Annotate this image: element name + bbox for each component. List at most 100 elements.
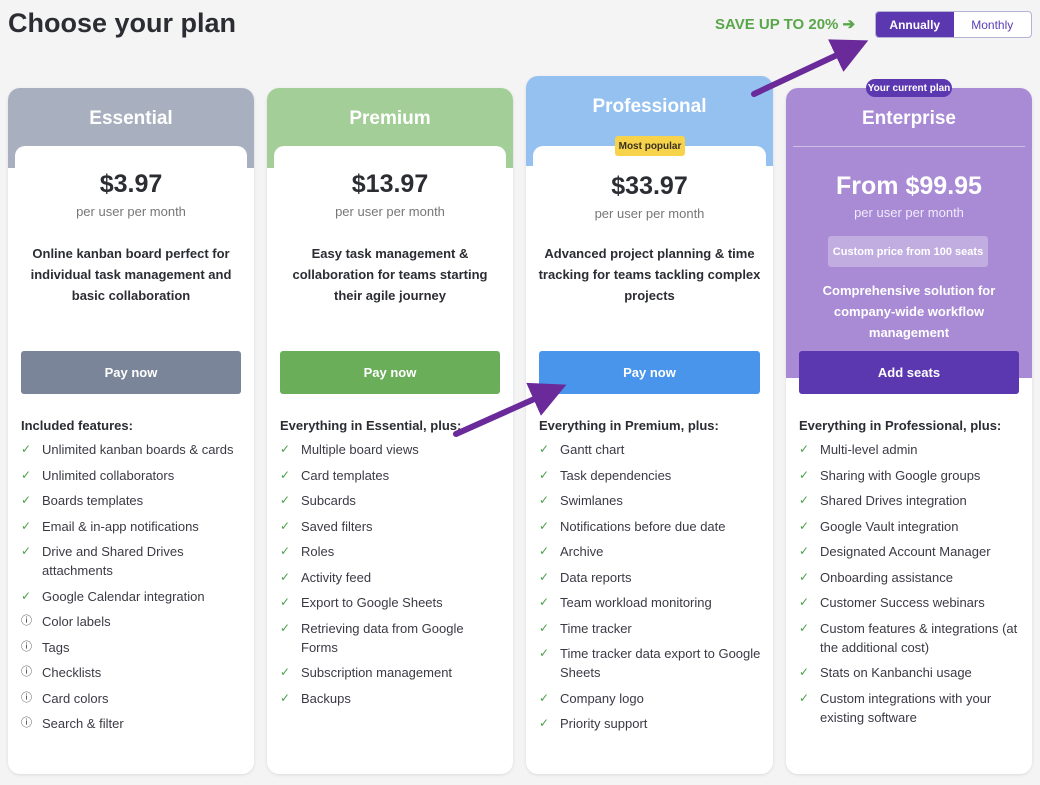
check-icon: ✓ xyxy=(21,544,32,558)
features-list: ✓ Unlimited kanban boards & cards ✓ Unlimit… xyxy=(21,440,244,740)
feature-label: Boards templates xyxy=(42,493,144,508)
feature-item: ✓ Unlimited kanban boards & cards xyxy=(21,440,244,459)
feature-item: ✓ Drive and Shared Drives attachments xyxy=(21,542,244,580)
plan-price-unit: per user per month xyxy=(594,206,705,221)
check-icon: ✓ xyxy=(539,690,550,705)
current-plan-badge: Your current plan xyxy=(866,79,952,97)
info-icon[interactable]: ⓘ xyxy=(21,612,42,631)
feature-item: ✓ Custom features & integrations (at the … xyxy=(799,619,1022,657)
pay-now-button[interactable]: Pay now xyxy=(21,351,241,394)
features-title: Everything in Essential, plus: xyxy=(280,418,462,433)
feature-item: ✓ Export to Google Sheets xyxy=(280,593,503,612)
feature-label: Notifications before due date xyxy=(560,518,726,534)
toggle-annually[interactable]: Annually xyxy=(876,12,954,37)
feature-label: Saved filters xyxy=(301,518,373,534)
plan-price: $13.97 xyxy=(351,170,429,198)
check-icon: ✓ xyxy=(799,665,810,679)
check-icon: ✓ xyxy=(539,620,550,635)
info-icon[interactable]: ⓘ xyxy=(21,663,42,682)
plan-name-wrap: Enterprise xyxy=(786,88,1032,168)
check-icon: ✓ xyxy=(539,716,550,730)
feature-item: ✓ Multi-level admin xyxy=(799,440,1022,459)
check-icon: ✓ xyxy=(280,569,291,584)
feature-label: Data reports xyxy=(560,569,632,585)
feature-label: Time tracker xyxy=(560,620,632,636)
feature-item: ✓ Email & in-app notifications xyxy=(21,517,244,536)
feature-label: Drive and Shared Drives attachments xyxy=(42,544,184,578)
plan-description: Online kanban board perfect for individu… xyxy=(30,246,232,303)
feature-label: Shared Drives integration xyxy=(820,493,967,508)
toggle-monthly[interactable]: Monthly xyxy=(954,12,1032,37)
check-icon: ✓ xyxy=(21,518,32,533)
check-icon: ✓ xyxy=(539,595,550,609)
save-note: SAVE UP TO 20% ➔ xyxy=(715,16,856,33)
features-list: ✓ Multi-level admin ✓ Sharing with Google g… xyxy=(799,440,1022,733)
check-icon: ✓ xyxy=(799,493,810,507)
feature-item: ✓ Priority support xyxy=(539,714,763,733)
check-icon: ✓ xyxy=(539,467,550,482)
check-icon: ✓ xyxy=(280,518,291,533)
feature-item: ⓘ Search & filter xyxy=(21,714,244,733)
feature-item: ✓ Task dependencies xyxy=(539,466,763,485)
pay-now-button[interactable]: Pay now xyxy=(539,351,760,394)
check-icon: ✓ xyxy=(21,467,32,482)
check-icon: ✓ xyxy=(799,620,810,635)
feature-label: Card templates xyxy=(301,467,390,483)
feature-item: ✓ Swimlanes xyxy=(539,491,763,510)
check-icon: ✓ xyxy=(280,493,291,507)
feature-label: Team workload monitoring xyxy=(560,595,712,610)
feature-label: Onboarding assistance xyxy=(820,569,953,585)
feature-item: ✓ Saved filters xyxy=(280,517,503,536)
feature-item: ⓘ Checklists xyxy=(21,663,244,682)
features-list: ✓ Multiple board views ✓ Card templates ✓ Sub… xyxy=(280,440,503,714)
feature-label: Swimlanes xyxy=(560,493,623,508)
feature-item: ✓ Unlimited collaborators xyxy=(21,466,244,485)
plan-price-unit: per user per month xyxy=(76,204,186,219)
check-icon: ✓ xyxy=(799,467,810,482)
feature-label: Task dependencies xyxy=(560,467,672,483)
feature-item: ✓ Customer Success webinars xyxy=(799,593,1022,612)
check-icon: ✓ xyxy=(799,569,810,584)
feature-item: ✓ Retrieving data from Google Forms xyxy=(280,619,503,657)
most-popular-badge: Most popular xyxy=(615,136,685,156)
billing-toggle: Annually Monthly xyxy=(875,11,1032,38)
feature-item: ⓘ Color labels xyxy=(21,612,244,631)
plan-card-enterprise: Enterprise From $99.95 per user per mont… xyxy=(786,88,1032,774)
feature-item: ✓ Subcards xyxy=(280,491,503,510)
add-seats-button[interactable]: Add seats xyxy=(799,351,1019,394)
feature-label: Email & in-app notifications xyxy=(42,518,199,534)
feature-item: ✓ Roles xyxy=(280,542,503,561)
feature-label: Export to Google Sheets xyxy=(301,595,443,610)
check-icon: ✓ xyxy=(280,665,291,679)
feature-item: ✓ Data reports xyxy=(539,568,763,587)
feature-label: Custom features & integrations (at the a… xyxy=(820,620,1018,655)
feature-label: Subcards xyxy=(301,493,356,508)
pay-now-button[interactable]: Pay now xyxy=(280,351,500,394)
feature-label: Stats on Kanbanchi usage xyxy=(820,665,972,680)
check-icon: ✓ xyxy=(539,544,550,558)
feature-label: Archive xyxy=(560,544,604,559)
feature-label: Multiple board views xyxy=(301,442,419,457)
feature-label: Unlimited collaborators xyxy=(42,467,175,483)
feature-item: ✓ Multiple board views xyxy=(280,440,503,459)
feature-item: ✓ Stats on Kanbanchi usage xyxy=(799,663,1022,682)
feature-label: Color labels xyxy=(42,614,111,629)
features-title: Included features: xyxy=(21,418,133,433)
info-icon[interactable]: ⓘ xyxy=(21,638,42,657)
feature-label: Checklists xyxy=(42,665,102,680)
check-icon: ✓ xyxy=(280,442,291,456)
info-icon[interactable]: ⓘ xyxy=(21,689,42,708)
feature-label: Customer Success webinars xyxy=(820,595,985,610)
info-icon[interactable]: ⓘ xyxy=(21,714,42,733)
plan-price-unit: per user per month xyxy=(854,205,964,220)
feature-label: Time tracker data export to Google Sheet… xyxy=(560,646,761,680)
check-icon: ✓ xyxy=(280,595,291,609)
check-icon: ✓ xyxy=(799,595,810,609)
feature-item: ✓ Company logo xyxy=(539,689,763,708)
feature-item: ✓ Time tracker data export to Google Shee… xyxy=(539,644,763,682)
feature-label: Google Calendar integration xyxy=(42,588,205,604)
feature-label: Search & filter xyxy=(42,716,124,731)
check-icon: ✓ xyxy=(539,569,550,584)
check-icon: ✓ xyxy=(539,646,550,660)
plan-description: Comprehensive solution for company-wide … xyxy=(822,283,996,340)
